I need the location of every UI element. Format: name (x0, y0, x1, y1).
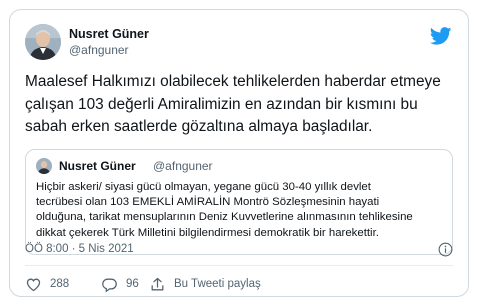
share-icon (151, 277, 164, 290)
reply-button[interactable]: 96 (101, 273, 139, 295)
tweet-text: Maalesef Halkımızı olabilecek tehlikeler… (25, 73, 441, 135)
reply-count: 96 (126, 278, 139, 290)
heart-icon (26, 278, 41, 291)
like-button[interactable]: 288 (25, 273, 69, 295)
quoted-tweet[interactable]: Nusret Güner @afnguner Hiçbir askeri/ si… (25, 149, 453, 255)
share-label: Bu Tweeti paylaş (174, 278, 261, 290)
share-button[interactable]: Bu Tweeti paylaş (149, 273, 261, 295)
info-icon[interactable] (438, 242, 453, 257)
quoted-author-handle[interactable]: @afnguner (153, 159, 213, 173)
divider (25, 265, 453, 266)
tweet-timestamp[interactable]: ÖÖ 8:00 · 5 Nis 2021 (25, 243, 134, 255)
author-handle[interactable]: @afnguner (69, 43, 129, 57)
tweet-card: Nusret Güner @afnguner Maalesef Halkımız… (9, 9, 469, 297)
tweet-actions: 288 96 Bu Tweeti paylaş (25, 273, 455, 295)
twitter-bird-icon[interactable] (430, 27, 452, 45)
quoted-tweet-text: Hiçbir askeri/ siyasi gücü olmayan, yega… (36, 181, 413, 239)
author-avatar[interactable] (25, 24, 61, 60)
like-count: 288 (50, 278, 70, 290)
quoted-author-avatar[interactable] (36, 158, 52, 174)
reply-icon (102, 278, 117, 292)
author-name[interactable]: Nusret Güner (69, 27, 149, 41)
quoted-author-name[interactable]: Nusret Güner (59, 159, 136, 173)
